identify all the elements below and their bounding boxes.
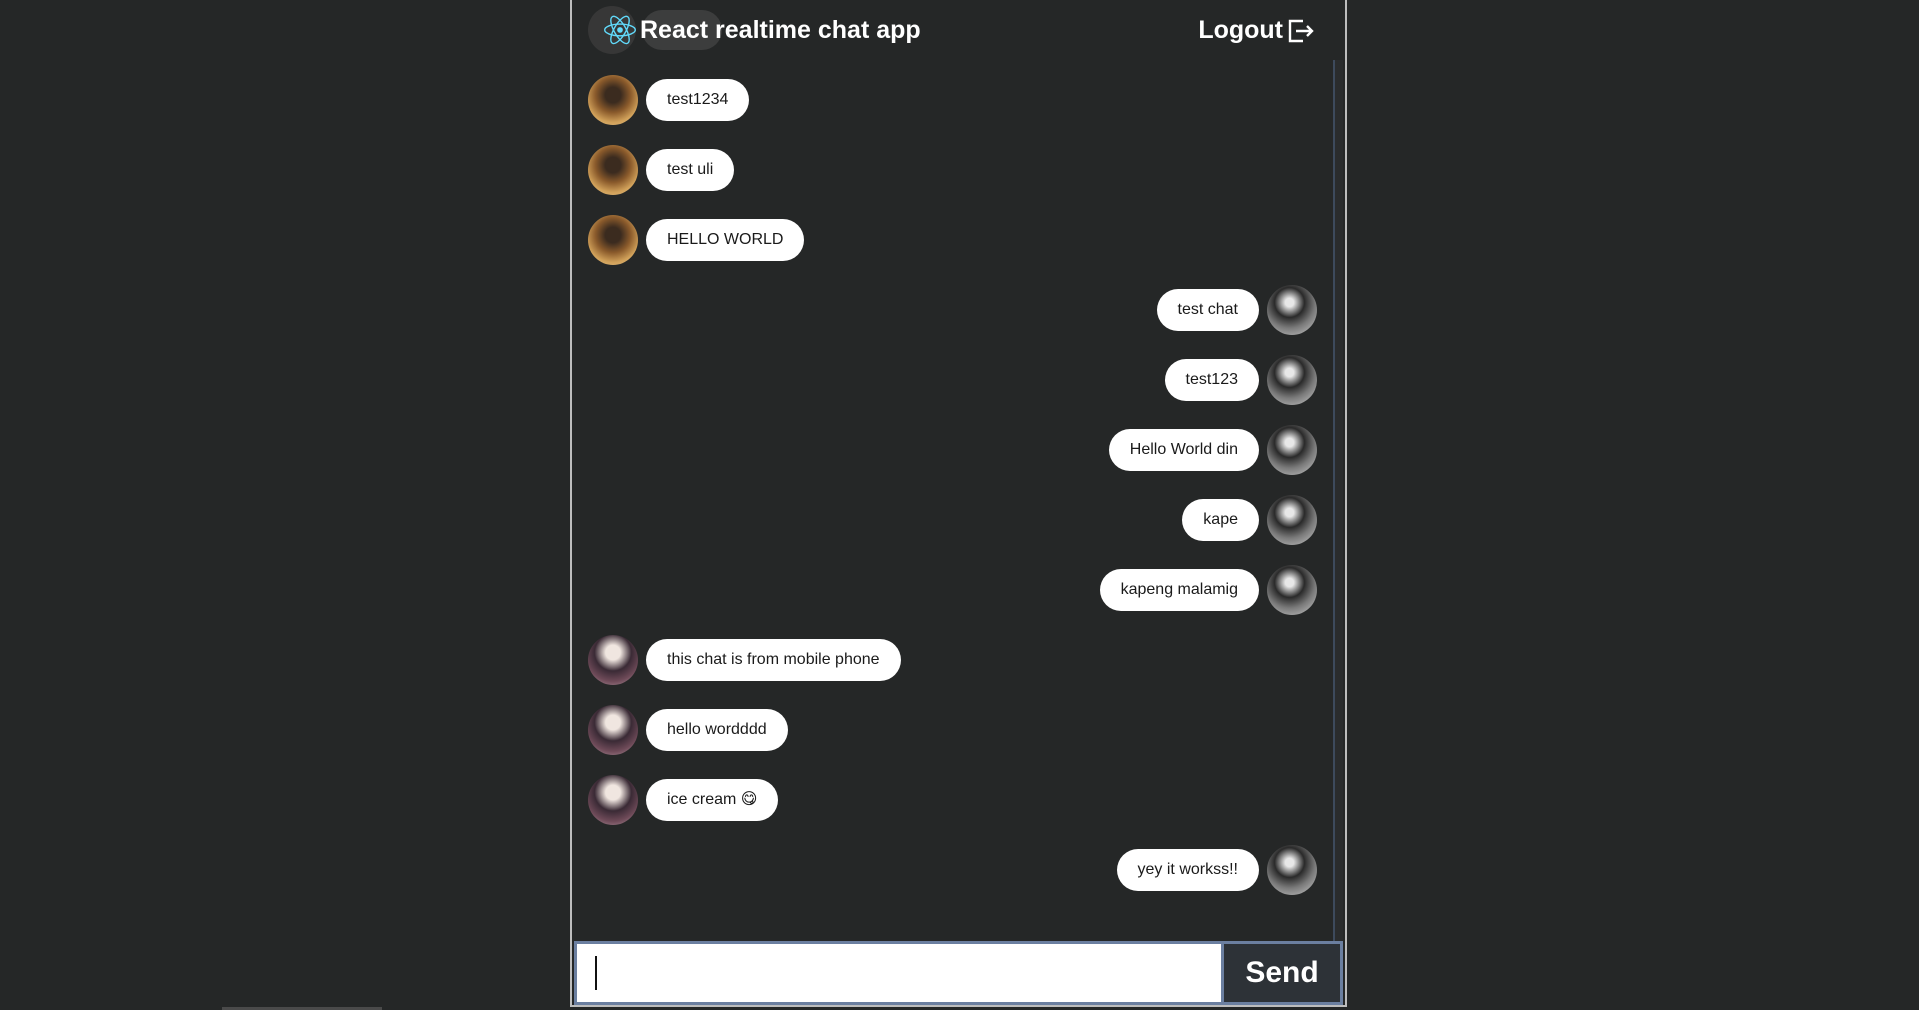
message-bubble: ice cream 😋 — [646, 779, 779, 821]
message-row: test123 — [1164, 355, 1317, 405]
message-row: yey it workss!! — [1116, 845, 1317, 895]
logout-button[interactable]: Logout — [1198, 16, 1315, 45]
message-bubble: this chat is from mobile phone — [646, 639, 901, 681]
app-brand: React realtime chat app — [604, 14, 921, 46]
message-row: test uli — [588, 145, 735, 195]
message-bubble: yey it workss!! — [1116, 849, 1259, 891]
message-row: this chat is from mobile phone — [588, 635, 901, 685]
messages-scrollbar[interactable] — [1333, 60, 1343, 942]
message-bubble: test chat — [1156, 289, 1259, 331]
user-avatar-b — [1267, 355, 1317, 405]
message-bubble: kape — [1182, 499, 1259, 541]
message-composer: Send — [574, 941, 1343, 1005]
message-row: kapeng malamig — [1099, 565, 1317, 615]
app-title: React realtime chat app — [640, 15, 921, 44]
text-caret — [595, 956, 597, 990]
message-row: HELLO WORLD — [588, 215, 805, 265]
header: React realtime chat app Logout — [572, 0, 1345, 62]
user-avatar-c — [588, 775, 638, 825]
user-avatar-b — [1267, 285, 1317, 335]
chat-window: React realtime chat app Logout test1234 t… — [570, 0, 1347, 1007]
logout-label: Logout — [1198, 16, 1283, 44]
message-bubble: Hello World din — [1108, 429, 1259, 471]
react-logo-icon — [604, 15, 636, 45]
message-bubble: kapeng malamig — [1099, 569, 1259, 611]
message-bubble: HELLO WORLD — [646, 219, 805, 261]
message-row: test1234 — [588, 75, 750, 125]
message-row: hello wordddd — [588, 705, 788, 755]
message-row: kape — [1182, 495, 1317, 545]
user-avatar-a — [588, 215, 638, 265]
user-avatar-c — [588, 635, 638, 685]
user-avatar-a — [588, 145, 638, 195]
user-avatar-b — [1267, 425, 1317, 475]
message-row: test chat — [1156, 285, 1317, 335]
logout-icon — [1288, 19, 1314, 42]
message-input[interactable] — [577, 944, 1224, 1002]
message-bubble: test123 — [1164, 359, 1259, 401]
user-avatar-c — [588, 705, 638, 755]
user-avatar-b — [1267, 565, 1317, 615]
user-avatar-b — [1267, 845, 1317, 895]
message-row: ice cream 😋 — [588, 775, 779, 825]
message-bubble: hello wordddd — [646, 709, 788, 751]
message-row: Hello World din — [1108, 425, 1317, 475]
user-avatar-a — [588, 75, 638, 125]
send-button[interactable]: Send — [1224, 944, 1340, 1002]
message-bubble: test uli — [646, 149, 735, 191]
message-bubble: test1234 — [646, 79, 750, 121]
user-avatar-b — [1267, 495, 1317, 545]
